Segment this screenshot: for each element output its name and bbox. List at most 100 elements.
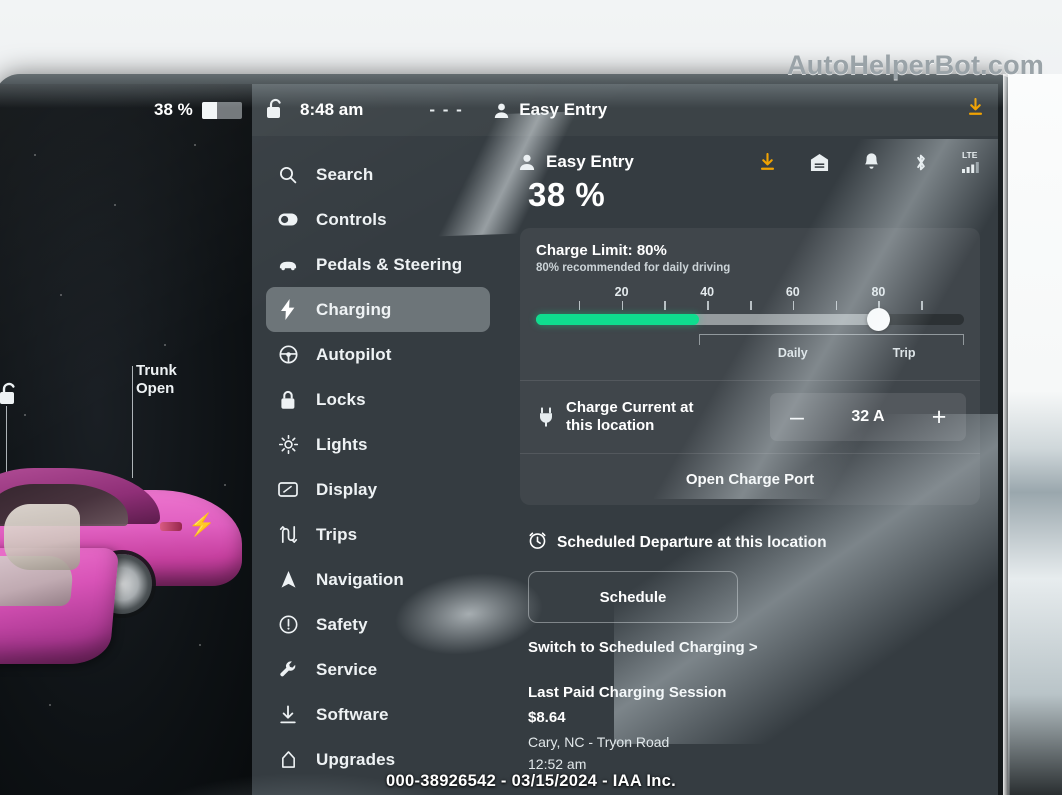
sidebar-item-charging[interactable]: Charging <box>266 287 490 332</box>
last-session-location: Cary, NC - Tryon Road <box>528 734 670 750</box>
sun-icon <box>278 435 298 454</box>
sidebar-item-trips[interactable]: Trips <box>266 512 490 557</box>
last-session-heading: Last Paid Charging Session <box>528 684 727 701</box>
slider-tick-label: 60 <box>785 285 800 299</box>
car-visualization-pane: Trunk Open ⚡ <box>0 84 252 795</box>
charge-current-increase-button[interactable]: + <box>926 404 952 430</box>
trunk-callout-line2: Open <box>136 380 175 397</box>
charge-current-label-line2: this location <box>566 417 655 434</box>
scheduled-departure-row: Scheduled Departure at this location <box>528 531 980 555</box>
state-of-charge: 38 % <box>528 176 606 213</box>
background-environment <box>1003 74 1062 795</box>
trunk-callout: Trunk Open <box>136 362 177 398</box>
screenshot-root: Trunk Open ⚡ 8:48 am - - - Easy Entry Ea… <box>0 0 1062 795</box>
sidebar-item-label: Display <box>316 479 378 499</box>
scheduled-departure-label: Scheduled Departure at this location <box>557 534 827 551</box>
charge-limit-title: Charge Limit: 80% <box>536 242 667 259</box>
last-paid-charging-session: Last Paid Charging Session $8.64 Cary, N… <box>528 684 980 772</box>
charge-limit-slider[interactable]: 20 40 60 80 Daily Trip <box>536 284 964 360</box>
sidebar-item-label: Charging <box>316 299 392 319</box>
sidebar-item-label: Search <box>316 164 374 184</box>
charge-current-row: Charge Current at this location – 32 A + <box>520 381 980 453</box>
download-icon[interactable] <box>967 97 984 122</box>
site-watermark: AutoHelperBot.com <box>787 50 1044 80</box>
sidebar-item-label: Controls <box>316 209 387 229</box>
warning-icon <box>278 615 298 634</box>
slider-track <box>536 314 964 325</box>
charge-limit-section: Charge Limit: 80% 80% recommended for da… <box>520 228 980 380</box>
slider-track-charge <box>536 314 699 325</box>
search-icon <box>278 166 298 184</box>
sidebar-item-safety[interactable]: Safety <box>266 602 490 647</box>
battery-indicator: 38 % <box>154 100 242 120</box>
download-icon <box>278 705 298 725</box>
sidebar-item-label: Lights <box>316 434 368 454</box>
slider-tick-label: 40 <box>700 285 715 299</box>
lock-icon <box>278 390 298 410</box>
sidebar-item-label: Locks <box>316 389 366 409</box>
sidebar-item-pedals-steering[interactable]: Pedals & Steering <box>266 242 490 287</box>
touchscreen-bezel: Trunk Open ⚡ 8:48 am - - - Easy Entry Ea… <box>0 74 1024 795</box>
slider-range-bracket <box>698 334 964 345</box>
open-charge-port-button[interactable]: Open Charge Port <box>520 454 980 505</box>
sidebar-item-lights[interactable]: Lights <box>266 422 490 467</box>
slider-handle[interactable] <box>867 308 891 331</box>
lightning-bolt-icon: ⚡ <box>188 512 216 537</box>
sidebar-item-label: Navigation <box>316 569 404 589</box>
auction-stamp: 000-38926542 - 03/15/2024 - IAA Inc. <box>386 772 676 790</box>
schedule-button[interactable]: Schedule <box>528 571 738 623</box>
unlock-icon[interactable] <box>266 98 286 125</box>
exterior-temperature: - - - <box>429 100 464 119</box>
unlock-icon <box>0 382 20 411</box>
charge-current-value: 32 A <box>851 408 885 425</box>
steering-icon <box>278 345 298 364</box>
display-icon <box>278 482 298 497</box>
upgrade-icon <box>278 750 298 769</box>
vehicle-interior-seat <box>4 504 80 570</box>
person-icon <box>495 103 509 118</box>
slider-tick-label: 80 <box>871 285 886 299</box>
wrench-icon <box>278 660 298 679</box>
settings-panel: Easy Entry LTE Search Controls Pedals & … <box>252 136 998 795</box>
charge-current-stepper: – 32 A + <box>770 393 966 441</box>
sidebar-item-label: Autopilot <box>316 344 392 364</box>
switch-to-scheduled-charging-link[interactable]: Switch to Scheduled Charging > <box>528 639 980 656</box>
charge-current-label-line1: Charge Current at <box>566 399 694 416</box>
sidebar-item-label: Trips <box>316 524 358 544</box>
vehicle-illustration: ⚡ <box>0 462 252 692</box>
battery-icon <box>201 101 242 119</box>
sidebar-item-navigation[interactable]: Navigation <box>266 557 490 602</box>
sidebar-item-label: Safety <box>316 614 368 634</box>
sidebar-item-label: Service <box>316 659 378 679</box>
sidebar-item-service[interactable]: Service <box>266 647 490 692</box>
driver-profile-button[interactable]: Easy Entry <box>493 100 607 120</box>
last-session-datetime: 12:52 am <box>528 756 587 772</box>
tesla-touchscreen: Trunk Open ⚡ 8:48 am - - - Easy Entry Ea… <box>0 84 998 795</box>
sidebar-item-autopilot[interactable]: Autopilot <box>266 332 490 377</box>
plug-icon <box>536 407 556 427</box>
settings-overlay: 8:48 am - - - Easy Entry Easy Entry LTE … <box>252 84 998 795</box>
charge-current-decrease-button[interactable]: – <box>784 404 810 430</box>
vehicle-taillight <box>160 522 182 531</box>
sidebar-item-label: Pedals & Steering <box>316 254 463 274</box>
trunk-callout-line1: Trunk <box>136 362 177 379</box>
settings-sidebar: Search Controls Pedals & Steering Chargi… <box>266 152 490 782</box>
toggle-icon <box>278 213 298 226</box>
bolt-icon <box>278 299 298 320</box>
slider-trip-label: Trip <box>892 346 916 360</box>
navigation-icon <box>278 570 298 589</box>
charge-current-label: Charge Current at this location <box>566 399 694 435</box>
sidebar-item-label: Software <box>316 704 389 724</box>
slider-ticks: 20 40 60 80 <box>536 284 964 310</box>
sidebar-item-locks[interactable]: Locks <box>266 377 490 422</box>
charge-limit-card: Charge Limit: 80% 80% recommended for da… <box>520 228 980 505</box>
sidebar-item-display[interactable]: Display <box>266 467 490 512</box>
charge-limit-subtitle: 80% recommended for daily driving <box>536 262 731 274</box>
clock-icon <box>528 531 547 555</box>
last-session-amount: $8.64 <box>528 709 566 726</box>
status-time: 8:48 am <box>300 100 364 119</box>
sidebar-item-search[interactable]: Search <box>266 152 490 197</box>
sidebar-item-controls[interactable]: Controls <box>266 197 490 242</box>
sidebar-item-software[interactable]: Software <box>266 692 490 737</box>
sidebar-item-label: Upgrades <box>316 749 396 769</box>
